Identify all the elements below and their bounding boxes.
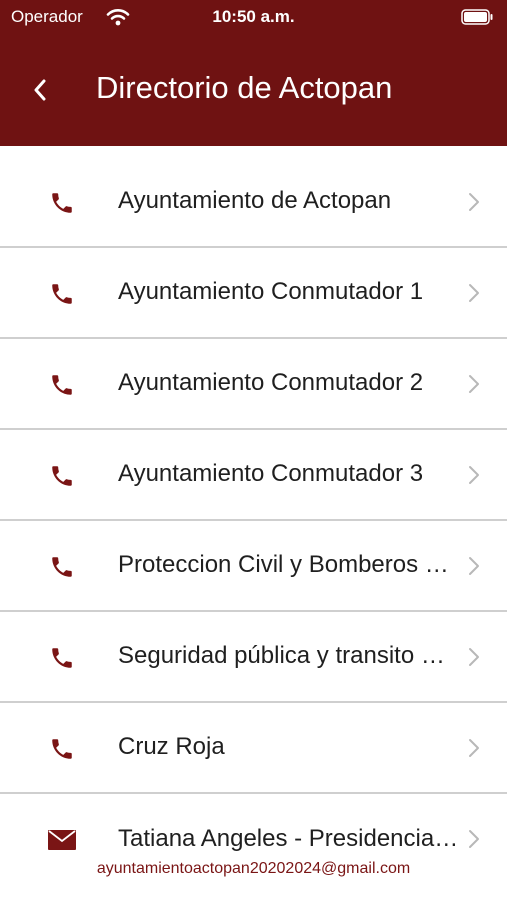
directory-list: Ayuntamiento de Actopan Ayuntamiento Con… — [0, 157, 507, 885]
directory-item-label: Proteccion Civil y Bomberos … — [118, 551, 449, 578]
directory-item-label: Ayuntamiento Conmutador 1 — [118, 278, 424, 305]
navigation-bar: Directorio de Actopan — [0, 36, 507, 146]
chevron-right-icon — [469, 830, 479, 848]
directory-item-tatiana-angeles[interactable]: Tatiana Angeles - Presidencia… ayuntamie… — [0, 794, 507, 885]
chevron-left-icon — [34, 79, 46, 101]
status-bar: Operador 10:50 a.m. — [0, 0, 507, 36]
directory-item-cruz-roja[interactable]: Cruz Roja — [0, 703, 507, 794]
directory-item-ayuntamiento-de-actopan[interactable]: Ayuntamiento de Actopan — [0, 157, 507, 248]
phone-icon — [48, 554, 76, 580]
chevron-right-icon — [469, 557, 479, 575]
chevron-right-icon — [469, 648, 479, 666]
directory-item-label: Ayuntamiento Conmutador 3 — [118, 460, 424, 487]
phone-icon — [48, 463, 76, 489]
chevron-right-icon — [469, 193, 479, 211]
directory-item-label: Cruz Roja — [118, 733, 225, 760]
directory-item-seguridad-publica[interactable]: Seguridad pública y transito … — [0, 612, 507, 703]
email-address[interactable]: ayuntamientoactopan20202024@gmail.com — [0, 860, 507, 878]
battery-icon — [461, 9, 493, 25]
phone-icon — [48, 736, 76, 762]
app-header: Operador 10:50 a.m. Directorio de Actopa… — [0, 0, 507, 146]
phone-icon — [48, 190, 76, 216]
directory-item-label: Seguridad pública y transito … — [118, 642, 445, 669]
directory-item-proteccion-civil[interactable]: Proteccion Civil y Bomberos … — [0, 521, 507, 612]
back-button[interactable] — [22, 72, 58, 108]
directory-item-label: Tatiana Angeles - Presidencia… — [118, 825, 459, 852]
page-title: Directorio de Actopan — [96, 70, 393, 105]
chevron-right-icon — [469, 739, 479, 757]
status-time: 10:50 a.m. — [212, 7, 295, 26]
directory-item-conmutador-2[interactable]: Ayuntamiento Conmutador 2 — [0, 339, 507, 430]
chevron-right-icon — [469, 375, 479, 393]
directory-item-conmutador-1[interactable]: Ayuntamiento Conmutador 1 — [0, 248, 507, 339]
chevron-right-icon — [469, 466, 479, 484]
phone-icon — [48, 645, 76, 671]
phone-icon — [48, 372, 76, 398]
phone-icon — [48, 281, 76, 307]
mail-icon — [48, 827, 76, 853]
directory-item-conmutador-3[interactable]: Ayuntamiento Conmutador 3 — [0, 430, 507, 521]
directory-item-label: Ayuntamiento de Actopan — [118, 187, 392, 214]
directory-item-label: Ayuntamiento Conmutador 2 — [118, 369, 424, 396]
chevron-right-icon — [469, 284, 479, 302]
